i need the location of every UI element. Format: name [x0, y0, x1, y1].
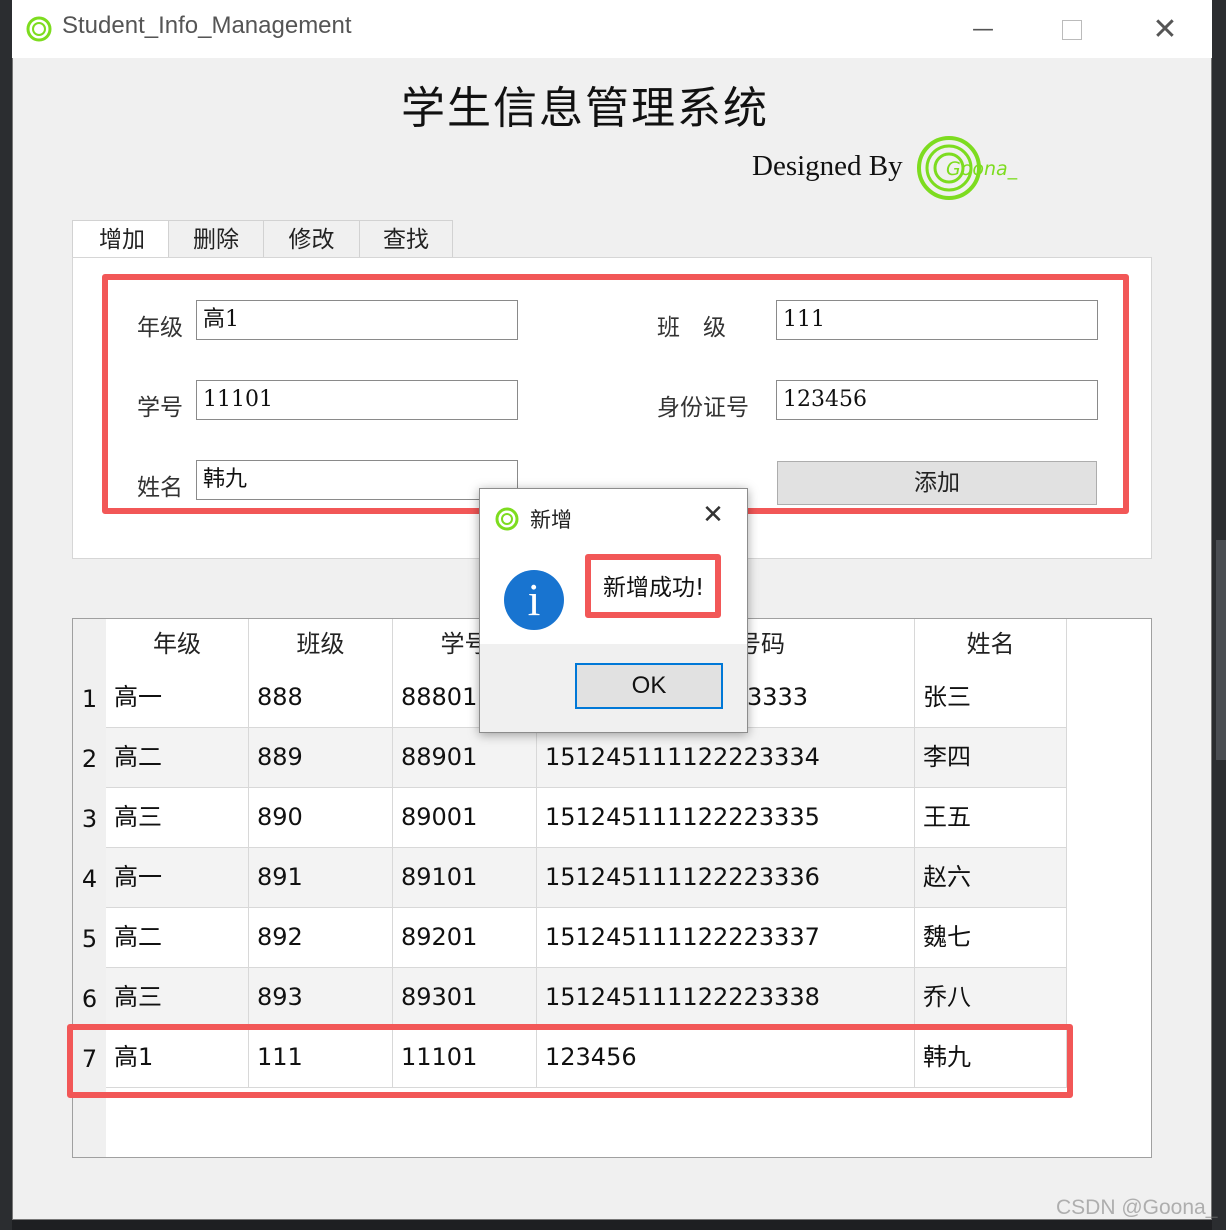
tab-delete[interactable]: 删除: [168, 220, 264, 258]
row-number[interactable]: 5: [73, 908, 106, 968]
form-highlight-box: [102, 274, 1129, 514]
table-cell-idcard[interactable]: 151245111122223336: [537, 848, 915, 908]
info-icon: i: [504, 570, 564, 630]
table-cell-grade[interactable]: 高一: [106, 668, 249, 728]
row-number[interactable]: 4: [73, 848, 106, 908]
maximize-icon: [1062, 20, 1082, 40]
table-cell-class[interactable]: 892: [249, 908, 393, 968]
row-number[interactable]: 1: [73, 668, 106, 728]
table-cell-class[interactable]: 891: [249, 848, 393, 908]
table-cell-sid[interactable]: 89301: [393, 968, 537, 1028]
table-cell-grade[interactable]: 高三: [106, 788, 249, 848]
window-title: Student_Info_Management: [62, 12, 352, 39]
svg-text:Goona_: Goona_: [946, 158, 1018, 180]
table-cell-grade[interactable]: 高三: [106, 968, 249, 1028]
minimize-icon: —: [972, 17, 994, 42]
designed-by-label: Designed By: [752, 150, 903, 182]
table-cell-name[interactable]: 魏七: [915, 908, 1067, 968]
table-cell-grade[interactable]: 高二: [106, 908, 249, 968]
table-cell-sid[interactable]: 89001: [393, 788, 537, 848]
table-cell-sid[interactable]: 88901: [393, 728, 537, 788]
table-cell-class[interactable]: 893: [249, 968, 393, 1028]
table-cell-sid[interactable]: 89101: [393, 848, 537, 908]
row-number[interactable]: 6: [73, 968, 106, 1028]
row-number[interactable]: 3: [73, 788, 106, 848]
background-scrollbar: [1216, 540, 1226, 760]
maximize-button[interactable]: [1047, 10, 1097, 50]
table-cell-class[interactable]: 889: [249, 728, 393, 788]
table-cell-name[interactable]: 赵六: [915, 848, 1067, 908]
table-cell-sid[interactable]: 89201: [393, 908, 537, 968]
close-icon: ✕: [1152, 12, 1178, 47]
app-logo-icon: [26, 16, 52, 42]
table-cell-idcard[interactable]: 151245111122223337: [537, 908, 915, 968]
table-cell-name[interactable]: 张三: [915, 668, 1067, 728]
table-cell-grade[interactable]: 高二: [106, 728, 249, 788]
table-cell-class[interactable]: 890: [249, 788, 393, 848]
table-cell-idcard[interactable]: 151245111122223338: [537, 968, 915, 1028]
close-button[interactable]: ✕: [1140, 10, 1190, 50]
table-cell-grade[interactable]: 高一: [106, 848, 249, 908]
tab-search[interactable]: 查找: [359, 220, 453, 258]
column-header-grade[interactable]: 年级: [106, 619, 249, 668]
close-icon: ✕: [702, 500, 724, 530]
table-cell-name[interactable]: 李四: [915, 728, 1067, 788]
message-highlight-box: [585, 554, 721, 618]
table-cell-idcard[interactable]: 151245111122223335: [537, 788, 915, 848]
column-header-class[interactable]: 班级: [249, 619, 393, 668]
page-title: 学生信息管理系统: [401, 83, 769, 134]
dialog-title: 新增: [530, 508, 572, 532]
tab-add[interactable]: 增加: [72, 220, 172, 260]
minimize-button[interactable]: —: [958, 10, 1008, 50]
row-number[interactable]: 2: [73, 728, 106, 788]
dialog-app-icon: [495, 507, 519, 531]
new-row-highlight-box: [67, 1024, 1073, 1098]
goona-logo: Goona_: [917, 136, 1018, 200]
dialog-close-button[interactable]: ✕: [698, 500, 728, 530]
watermark: CSDN @Goona_: [1056, 1196, 1218, 1219]
column-header-name[interactable]: 姓名: [915, 619, 1067, 668]
ok-button[interactable]: OK: [575, 663, 723, 709]
table-cell-idcard[interactable]: 151245111122223334: [537, 728, 915, 788]
table-cell-name[interactable]: 乔八: [915, 968, 1067, 1028]
tab-modify[interactable]: 修改: [263, 220, 360, 258]
background-editor-strip: [0, 0, 12, 1230]
table-cell-name[interactable]: 王五: [915, 788, 1067, 848]
table-cell-class[interactable]: 888: [249, 668, 393, 728]
